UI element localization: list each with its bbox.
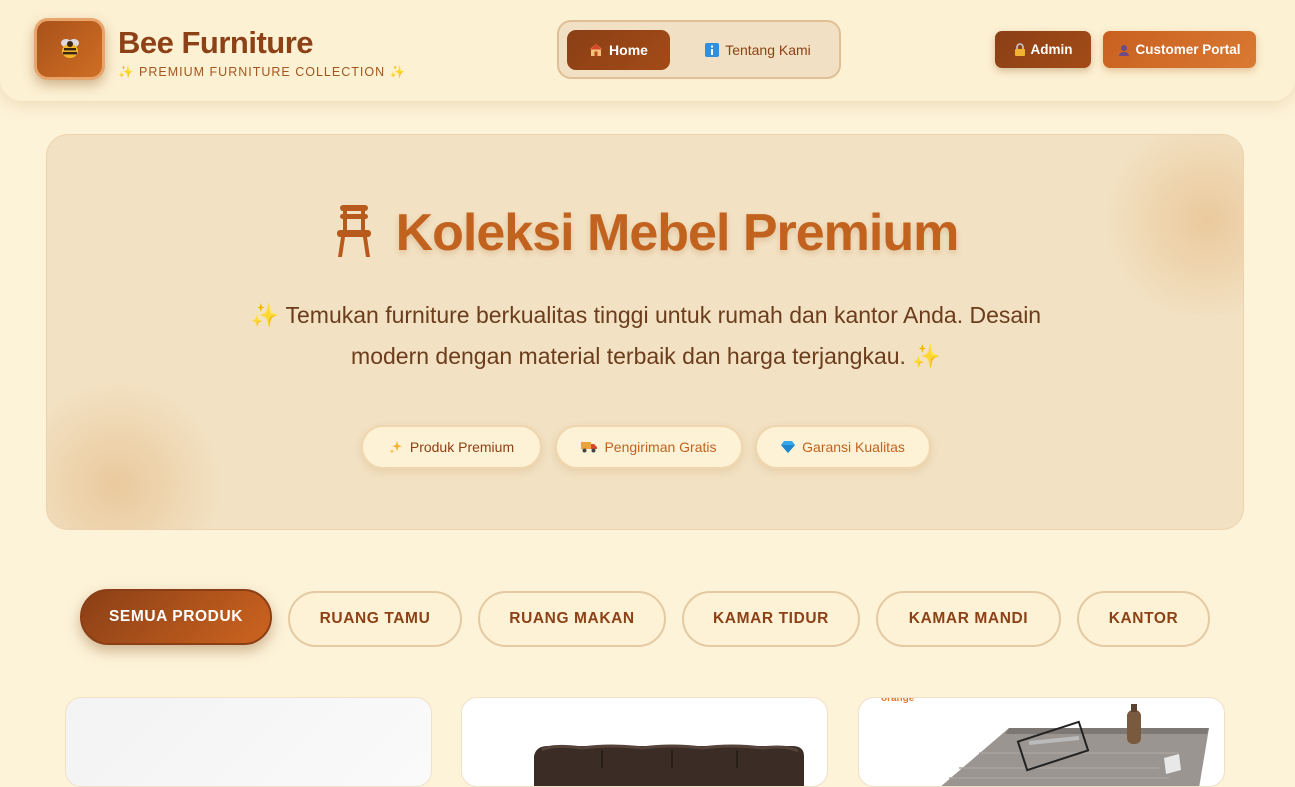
hero-title-text: Koleksi Mebel Premium	[395, 204, 960, 263]
product-card[interactable]	[461, 697, 828, 787]
hero-title: Koleksi Mebel Premium	[47, 203, 1243, 270]
badge-label: Garansi Kualitas	[802, 439, 905, 455]
badge-premium-product: Produk Premium	[361, 425, 542, 469]
badge-quality-guarantee: Garansi Kualitas	[755, 425, 931, 469]
nav-about-button[interactable]: Tentang Kami	[693, 30, 823, 70]
truck-icon	[581, 441, 598, 453]
bee-logo-icon[interactable]	[34, 18, 105, 80]
user-icon	[1118, 44, 1130, 56]
chair-icon	[334, 203, 374, 270]
product-card[interactable]: orange	[858, 697, 1225, 787]
category-all-products[interactable]: SEMUA PRODUK	[80, 589, 272, 645]
category-bathroom[interactable]: KAMAR MANDI	[876, 591, 1061, 647]
house-icon	[589, 43, 603, 57]
customer-portal-label: Customer Portal	[1135, 42, 1241, 57]
admin-button[interactable]: Admin	[995, 31, 1091, 68]
nav-about-label: Tentang Kami	[725, 42, 811, 58]
category-office[interactable]: KANTOR	[1077, 591, 1210, 647]
admin-label: Admin	[1030, 42, 1073, 57]
brand-subtitle: ✨ PREMIUM FURNITURE COLLECTION ✨	[118, 65, 407, 79]
leather-sofa-image	[534, 744, 804, 786]
gem-icon	[781, 441, 796, 453]
hero-description: ✨ Temukan furniture berkualitas tinggi u…	[250, 302, 1042, 369]
product-card[interactable]	[65, 697, 432, 787]
coffee-table-image	[941, 704, 1209, 786]
decorative-blob	[47, 385, 227, 529]
badge-label: Produk Premium	[409, 439, 515, 455]
main-nav: Home Tentang Kami	[557, 20, 841, 79]
product-image-placeholder	[66, 698, 431, 786]
category-dining-room[interactable]: RUANG MAKAN	[478, 591, 666, 647]
badge-free-shipping: Pengiriman Gratis	[555, 425, 743, 469]
category-bedroom[interactable]: KAMAR TIDUR	[682, 591, 860, 647]
sparkles-icon	[389, 440, 403, 454]
info-icon	[705, 43, 720, 57]
lock-icon	[1014, 43, 1026, 56]
badge-label: Pengiriman Gratis	[604, 439, 717, 455]
customer-portal-button[interactable]: Customer Portal	[1103, 31, 1256, 68]
category-living-room[interactable]: RUANG TAMU	[288, 591, 462, 647]
nav-home-label: Home	[609, 42, 648, 58]
nav-home-button[interactable]: Home	[567, 30, 670, 70]
brand-title: Bee Furniture	[118, 25, 314, 60]
hero-banner: Koleksi Mebel Premium ✨ Temukan furnitur…	[46, 134, 1244, 530]
navbar: Bee Furniture ✨ PREMIUM FURNITURE COLLEC…	[0, 0, 1295, 101]
